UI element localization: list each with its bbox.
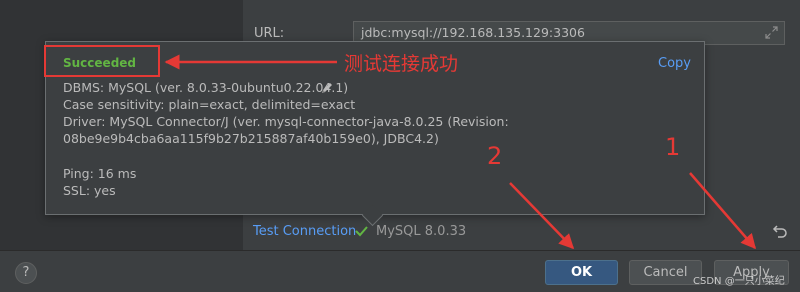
expand-icon[interactable] — [765, 26, 778, 39]
ok-button[interactable]: OK — [545, 260, 618, 285]
test-connection-link[interactable]: Test Connection — [253, 224, 356, 239]
check-icon — [355, 226, 368, 237]
pencil-icon[interactable] — [320, 81, 334, 95]
server-version: MySQL 8.0.33 — [376, 224, 467, 239]
ssl-info: SSL: yes — [63, 183, 116, 198]
driver-info: Driver: MySQL Connector/J (ver. mysql-co… — [63, 114, 509, 129]
cancel-button[interactable]: Cancel — [629, 260, 702, 285]
help-button[interactable]: ? — [15, 262, 37, 284]
copy-link[interactable]: Copy — [658, 56, 691, 71]
dbms-info: DBMS: MySQL (ver. 8.0.33-0ubuntu0.22.04.… — [63, 80, 349, 95]
url-label: URL: — [254, 26, 285, 41]
ping-info: Ping: 16 ms — [63, 166, 137, 181]
undo-icon[interactable] — [772, 223, 788, 239]
status-highlight-box — [44, 45, 160, 77]
watermark: CSDN @一只小菜纪 — [693, 276, 785, 287]
url-value: jdbc:mysql://192.168.135.129:3306 — [361, 25, 585, 40]
case-sensitivity-info: Case sensitivity: plain=exact, delimited… — [63, 97, 356, 112]
success-annotation: 测试连接成功 — [344, 53, 459, 75]
driver-revision-info: 08be9e9b4cba6aa115f9b27b215887af40b159e0… — [63, 131, 439, 146]
marker-1: 1 — [665, 133, 681, 161]
marker-2: 2 — [487, 142, 503, 170]
